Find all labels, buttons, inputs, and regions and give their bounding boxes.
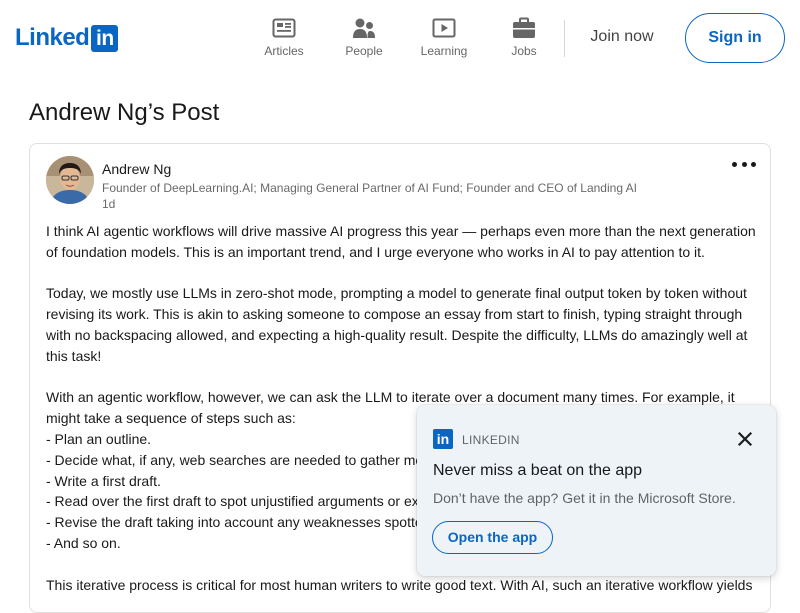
logo-wordmark: Linked bbox=[15, 24, 90, 51]
logo-in-badge: in bbox=[91, 24, 119, 52]
page-title: Andrew Ng’s Post bbox=[29, 99, 220, 126]
nav-articles-label: Articles bbox=[264, 44, 304, 58]
top-header: Linked in Articles People Learning Jobs … bbox=[0, 0, 800, 76]
more-dot bbox=[751, 161, 756, 167]
nav-learning-label: Learning bbox=[420, 44, 468, 58]
toast-description: Don’t have the app? Get it in the Micros… bbox=[433, 490, 736, 506]
people-icon bbox=[351, 16, 377, 40]
sign-in-button[interactable]: Sign in bbox=[685, 13, 785, 63]
toast-brand-label: LINKEDIN bbox=[462, 433, 520, 447]
author-avatar[interactable] bbox=[46, 156, 94, 204]
close-icon[interactable] bbox=[735, 429, 755, 449]
jobs-icon bbox=[511, 16, 537, 40]
linkedin-logo-icon: in bbox=[433, 429, 453, 449]
toast-heading: Never miss a beat on the app bbox=[433, 462, 643, 479]
learning-icon bbox=[431, 16, 457, 40]
nav-divider bbox=[564, 20, 565, 57]
nav-people-label: People bbox=[345, 44, 383, 58]
open-app-button[interactable]: Open the app bbox=[432, 521, 553, 554]
join-now-link[interactable]: Join now bbox=[577, 18, 667, 56]
author-headline: Founder of DeepLearning.AI; Managing Gen… bbox=[102, 181, 638, 195]
post-paragraph: I think AI agentic workflows will drive … bbox=[46, 223, 756, 260]
linkedin-logo[interactable]: Linked in bbox=[15, 24, 119, 52]
articles-icon bbox=[271, 16, 297, 40]
more-options-icon[interactable] bbox=[732, 156, 756, 172]
author-name[interactable]: Andrew Ng bbox=[102, 160, 171, 178]
post-paragraph: Today, we mostly use LLMs in zero-shot m… bbox=[46, 285, 748, 364]
nav-people[interactable]: People bbox=[334, 16, 394, 60]
more-dot bbox=[741, 161, 747, 167]
more-dot bbox=[732, 161, 737, 167]
app-promo-toast: in LINKEDIN Never miss a beat on the app… bbox=[417, 405, 776, 576]
post-timestamp: 1d bbox=[102, 197, 116, 211]
nav-jobs[interactable]: Jobs bbox=[494, 16, 554, 60]
post-paragraph: This iterative process is critical for m… bbox=[46, 576, 753, 593]
nav-articles[interactable]: Articles bbox=[254, 16, 314, 60]
nav-learning[interactable]: Learning bbox=[414, 16, 474, 60]
nav-jobs-label: Jobs bbox=[511, 44, 537, 58]
